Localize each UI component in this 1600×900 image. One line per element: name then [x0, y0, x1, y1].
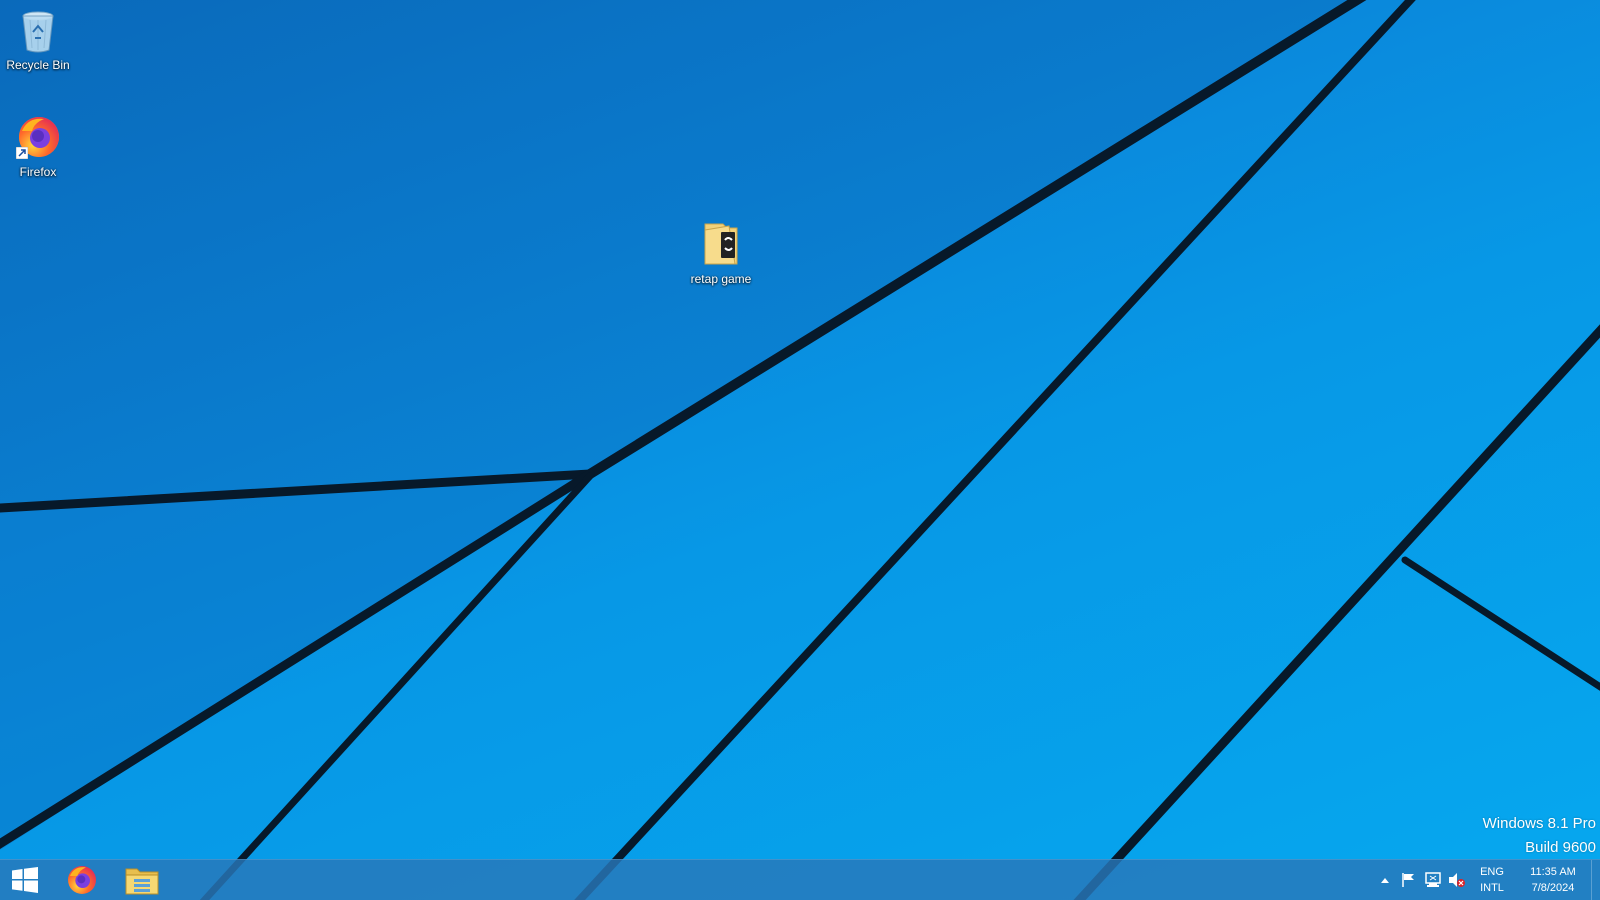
windows-version-watermark: Windows 8.1 Pro Build 9600	[1483, 812, 1596, 860]
desktop-icon-label: retap game	[690, 272, 752, 286]
chevron-up-icon[interactable]	[1373, 860, 1397, 900]
volume-muted-icon[interactable]	[1445, 860, 1469, 900]
keyboard-layout: INTL	[1480, 882, 1504, 894]
firefox-icon	[68, 866, 96, 894]
flag-icon[interactable]	[1397, 860, 1421, 900]
windows-logo-icon	[12, 867, 38, 893]
desktop[interactable]: Recycle Bin Firefox retap game Windows 8…	[0, 0, 1600, 900]
system-tray: ENG INTL 11:35 AM 7/8/2024	[1373, 860, 1600, 900]
clock[interactable]: 11:35 AM 7/8/2024	[1515, 860, 1591, 900]
shortcut-arrow-icon	[16, 147, 28, 159]
taskbar: ENG INTL 11:35 AM 7/8/2024	[0, 859, 1600, 900]
desktop-icon-label: Recycle Bin	[6, 58, 70, 72]
clock-date: 7/8/2024	[1531, 882, 1575, 894]
start-button[interactable]	[0, 860, 50, 900]
taskbar-file-explorer-button[interactable]	[112, 860, 172, 900]
network-icon[interactable]	[1421, 860, 1445, 900]
file-explorer-icon	[125, 868, 159, 895]
desktop-icon-retap-game[interactable]: retap game	[683, 220, 759, 286]
desktop-icon-firefox[interactable]: Firefox	[0, 113, 76, 179]
language-code: ENG	[1480, 866, 1504, 878]
watermark-edition: Windows 8.1 Pro	[1482, 815, 1596, 832]
show-desktop-button[interactable]	[1591, 860, 1600, 900]
taskbar-firefox-button[interactable]	[52, 860, 112, 900]
folder-icon	[697, 220, 745, 268]
watermark-build: Build 9600	[1525, 839, 1596, 856]
desktop-icon-label: Firefox	[19, 165, 57, 179]
input-language-indicator[interactable]: ENG INTL	[1469, 860, 1515, 900]
clock-time: 11:35 AM	[1530, 866, 1576, 878]
recycle-bin-icon	[14, 6, 62, 54]
wallpaper	[0, 0, 1600, 900]
firefox-icon	[14, 113, 62, 161]
desktop-icon-recycle-bin[interactable]: Recycle Bin	[0, 6, 76, 72]
